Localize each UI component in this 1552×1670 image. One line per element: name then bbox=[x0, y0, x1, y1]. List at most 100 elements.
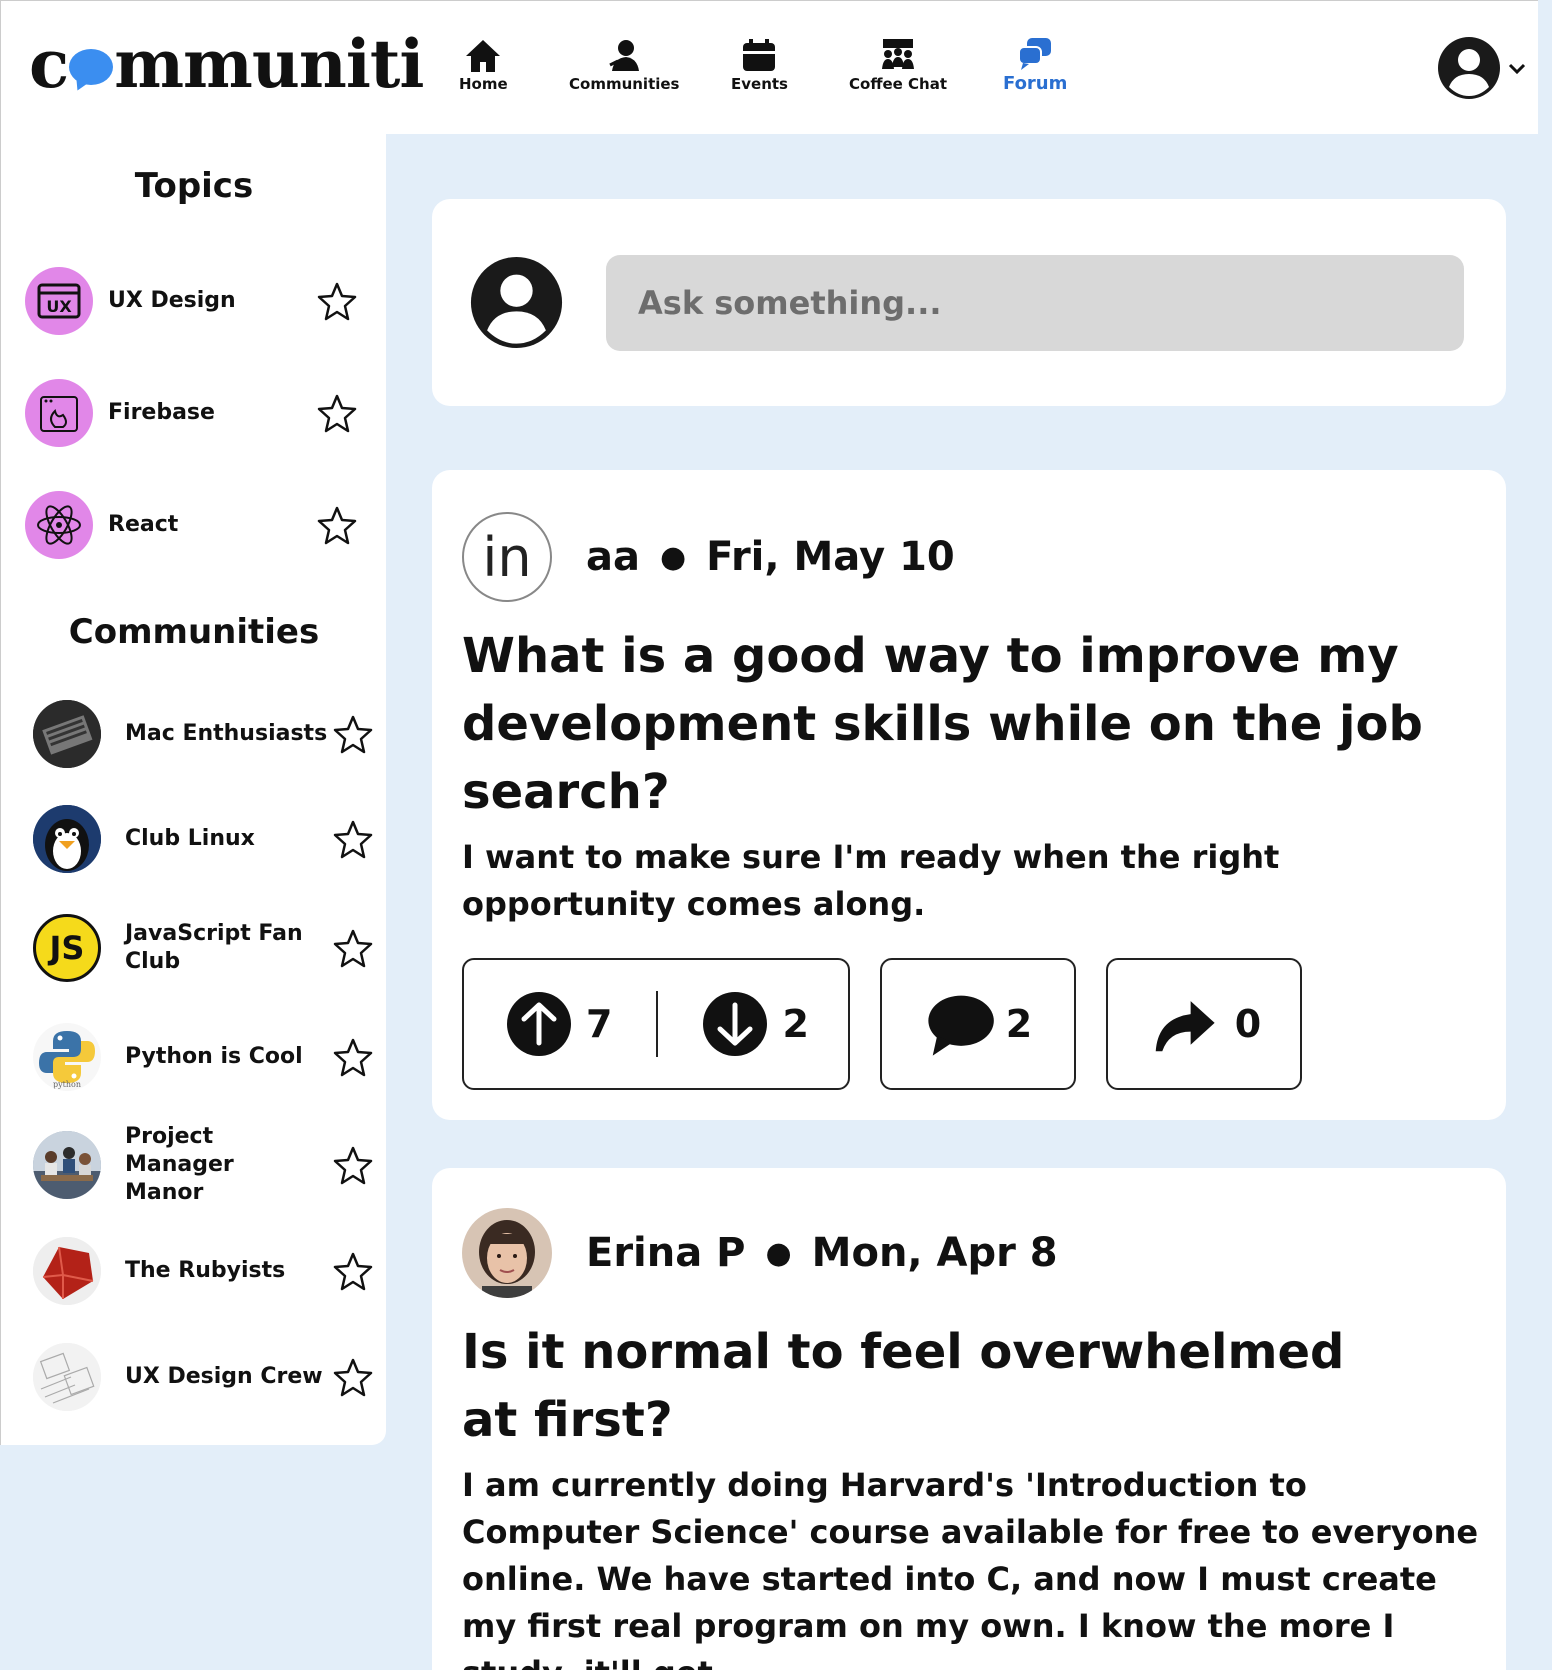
vote-divider bbox=[656, 991, 659, 1057]
post-title[interactable]: What is a good way to improve my develop… bbox=[462, 622, 1462, 826]
topic-item[interactable]: UX UX Design bbox=[1, 266, 387, 336]
community-item[interactable]: The Rubyists bbox=[1, 1236, 387, 1306]
js-icon: JS bbox=[33, 914, 101, 982]
comments-button[interactable]: 2 bbox=[880, 958, 1076, 1090]
star-icon[interactable] bbox=[333, 1357, 373, 1397]
chevron-down-icon bbox=[1508, 63, 1526, 75]
star-icon[interactable] bbox=[317, 505, 357, 545]
star-icon[interactable] bbox=[333, 1251, 373, 1291]
comment-icon bbox=[928, 995, 994, 1056]
nav-events-label: Events bbox=[731, 75, 788, 93]
sidebar: Topics UX UX Design Firebase React Commu… bbox=[0, 134, 386, 1445]
downvote-button[interactable]: 2 bbox=[702, 991, 809, 1057]
community-label: The Rubyists bbox=[125, 1258, 286, 1283]
community-label: Python is Cool bbox=[125, 1044, 303, 1069]
logo-text-end: mmuniti bbox=[114, 25, 424, 103]
group-icon bbox=[882, 39, 914, 69]
post-composer bbox=[432, 199, 1506, 406]
app-logo[interactable]: c mmuniti bbox=[29, 25, 424, 103]
nav-coffee-chat[interactable]: Coffee Chat bbox=[849, 37, 947, 93]
community-item[interactable]: Project Manager Manor bbox=[1, 1124, 387, 1205]
community-item[interactable]: UX Design Crew bbox=[1, 1342, 387, 1412]
post-author[interactable]: aa bbox=[586, 534, 640, 580]
star-icon[interactable] bbox=[333, 928, 373, 968]
star-icon[interactable] bbox=[333, 819, 373, 859]
author-avatar[interactable] bbox=[462, 1208, 552, 1298]
calendar-icon bbox=[743, 39, 776, 71]
ask-input[interactable] bbox=[606, 255, 1464, 351]
topics-heading: Topics bbox=[134, 166, 254, 206]
community-item[interactable]: Club Linux bbox=[1, 804, 387, 874]
team-photo-icon bbox=[33, 1131, 101, 1199]
wireframe-icon bbox=[33, 1343, 101, 1411]
upvote-count: 7 bbox=[586, 1002, 613, 1046]
community-label: JavaScript Fan Club bbox=[125, 921, 303, 974]
logo-text-start: c bbox=[29, 25, 69, 103]
topic-label: Firebase bbox=[108, 400, 215, 425]
svg-text:UX: UX bbox=[46, 297, 72, 316]
home-icon bbox=[466, 40, 501, 72]
topic-label: UX Design bbox=[108, 288, 236, 313]
separator-dot: ● bbox=[659, 539, 687, 575]
top-bar: c mmuniti Home Communities Events Coffee … bbox=[0, 0, 1538, 134]
downvote-count: 2 bbox=[782, 1002, 809, 1046]
user-menu[interactable] bbox=[1436, 35, 1528, 101]
arrow-down-icon bbox=[703, 992, 768, 1056]
vote-group: 7 2 bbox=[462, 958, 850, 1090]
community-label: Club Linux bbox=[125, 826, 255, 851]
chat-bubbles-icon bbox=[1018, 38, 1052, 70]
community-label: Mac Enthusiasts bbox=[125, 721, 328, 746]
person-icon bbox=[609, 40, 640, 71]
share-button[interactable]: 0 bbox=[1106, 958, 1302, 1090]
python-icon: python bbox=[33, 1023, 101, 1091]
star-icon[interactable] bbox=[317, 281, 357, 321]
post-card: Erina P ● Mon, Apr 8 Is it normal to fee… bbox=[432, 1168, 1506, 1670]
post-date: Fri, May 10 bbox=[706, 534, 955, 580]
firebase-icon bbox=[25, 379, 93, 447]
nav-events[interactable]: Events bbox=[731, 37, 788, 93]
nav-home-label: Home bbox=[459, 75, 508, 93]
share-count: 0 bbox=[1234, 1002, 1262, 1046]
comment-count: 2 bbox=[1005, 1002, 1033, 1046]
post-meta: in aa ● Fri, May 10 bbox=[462, 512, 955, 602]
share-arrow-icon bbox=[1155, 1001, 1215, 1052]
community-item[interactable]: python Python is Cool bbox=[1, 1022, 387, 1092]
community-label: UX Design Crew bbox=[125, 1364, 323, 1389]
ruby-icon bbox=[33, 1237, 101, 1305]
arrow-up-icon bbox=[507, 992, 571, 1056]
nav-communities[interactable]: Communities bbox=[569, 37, 680, 93]
topic-item[interactable]: Firebase bbox=[1, 378, 387, 448]
post-date: Mon, Apr 8 bbox=[811, 1230, 1058, 1276]
star-icon[interactable] bbox=[317, 393, 357, 433]
python-icon-text: python bbox=[53, 1080, 81, 1089]
communities-heading: Communities bbox=[68, 612, 320, 652]
post-title[interactable]: Is it normal to feel overwhelmed at firs… bbox=[462, 1318, 1382, 1454]
ux-icon: UX bbox=[25, 267, 93, 335]
js-icon-text: JS bbox=[49, 929, 85, 967]
separator-dot: ● bbox=[765, 1235, 792, 1271]
star-icon[interactable] bbox=[333, 1037, 373, 1077]
nav-coffee-chat-label: Coffee Chat bbox=[849, 75, 948, 93]
community-item[interactable]: JS JavaScript Fan Club bbox=[1, 913, 387, 983]
topic-label: React bbox=[108, 512, 179, 537]
post-meta: Erina P ● Mon, Apr 8 bbox=[462, 1208, 1058, 1298]
penguin-icon bbox=[33, 805, 101, 873]
community-item[interactable]: Mac Enthusiasts bbox=[1, 699, 387, 769]
nav-forum[interactable]: Forum bbox=[1003, 35, 1067, 94]
laptop-icon bbox=[33, 700, 101, 768]
star-icon[interactable] bbox=[333, 1145, 373, 1185]
post-card: in aa ● Fri, May 10 What is a good way t… bbox=[432, 470, 1506, 1120]
react-icon bbox=[25, 491, 93, 559]
nav-forum-label: Forum bbox=[1003, 73, 1068, 94]
post-body: I want to make sure I'm ready when the r… bbox=[462, 838, 1280, 923]
post-body: I am currently doing Harvard's 'Introduc… bbox=[462, 1466, 1479, 1670]
logo-bubble-icon bbox=[69, 49, 114, 85]
author-avatar[interactable]: in bbox=[462, 512, 552, 602]
star-icon[interactable] bbox=[333, 714, 373, 754]
user-avatar-icon bbox=[1438, 37, 1500, 99]
post-author[interactable]: Erina P bbox=[586, 1230, 745, 1276]
author-avatar-text: in bbox=[482, 525, 532, 589]
nav-home[interactable]: Home bbox=[459, 37, 508, 93]
upvote-button[interactable]: 7 bbox=[506, 991, 612, 1057]
topic-item[interactable]: React bbox=[1, 490, 387, 560]
